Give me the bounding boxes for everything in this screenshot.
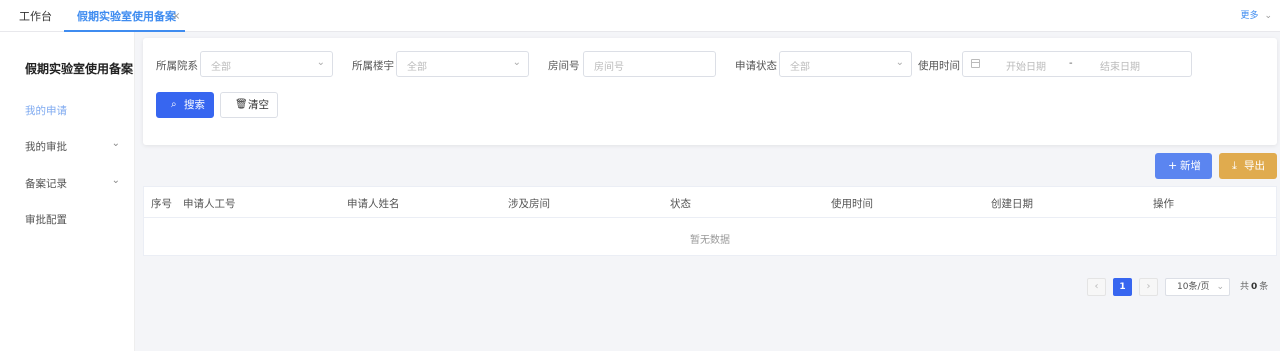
college-select[interactable]: 全部 ⌄ xyxy=(200,51,333,77)
sidebar-item-label: 审批配置 xyxy=(25,214,67,226)
sidebar-item-label: 我的申请 xyxy=(25,105,67,117)
page-size-select[interactable]: 10条/页 ⌄ xyxy=(1165,278,1230,296)
tab-holiday-lab-record[interactable]: 假期实验室使用备案 × xyxy=(64,0,185,32)
filter-panel: 所属院系 全部 ⌄ 所属楼宇 全部 ⌄ 房间号 房间号 申请状态 全部 ⌄ 使用… xyxy=(143,38,1277,145)
column-header: 序号 xyxy=(151,198,172,210)
more-label: 更多 xyxy=(1240,11,1259,21)
sidebar: 假期实验室使用备案 我的申请 我的审批 ⌄ 备案记录 ⌄ 审批配置 xyxy=(0,32,135,351)
building-select[interactable]: 全部 ⌄ xyxy=(396,51,529,77)
status-select[interactable]: 全部 ⌄ xyxy=(779,51,912,77)
top-tab-bar: 工作台 假期实验室使用备案 × 更多 ⌄ xyxy=(0,0,1280,32)
column-header: 状态 xyxy=(670,198,691,210)
column-header: 创建日期 xyxy=(991,198,1033,210)
add-button[interactable]: + 新增 xyxy=(1155,153,1212,179)
room-input[interactable]: 房间号 xyxy=(583,51,716,77)
column-header: 申请人工号 xyxy=(183,198,236,210)
chevron-down-icon: ⌄ xyxy=(1264,11,1272,21)
column-header: 涉及房间 xyxy=(508,198,550,210)
total-suffix: 条 xyxy=(1259,282,1269,292)
search-button[interactable]: ⌕ 搜索 xyxy=(156,92,214,118)
prev-page-button[interactable]: ‹ xyxy=(1087,278,1106,296)
sidebar-item-records[interactable]: 备案记录 ⌄ xyxy=(25,175,120,191)
search-icon: ⌕ xyxy=(171,99,177,110)
more-dropdown[interactable]: 更多 ⌄ xyxy=(1240,0,1272,32)
plus-icon: + xyxy=(1168,159,1178,172)
table-header: 序号 申请人工号 申请人姓名 涉及房间 状态 使用时间 创建日期 操作 xyxy=(144,187,1276,218)
calendar-icon xyxy=(971,59,980,68)
search-button-label: 搜索 xyxy=(184,99,205,111)
column-header: 操作 xyxy=(1153,198,1174,210)
next-page-button[interactable]: › xyxy=(1139,278,1158,296)
range-separator: - xyxy=(1069,58,1073,69)
records-table: 序号 申请人工号 申请人姓名 涉及房间 状态 使用时间 创建日期 操作 暂无数据 xyxy=(143,186,1277,256)
chevron-down-icon: ⌄ xyxy=(111,138,120,149)
status-label: 申请状态 xyxy=(735,60,777,72)
add-button-label: 新增 xyxy=(1180,160,1201,172)
college-label: 所属院系 xyxy=(156,60,198,72)
trash-icon: 🗑 xyxy=(235,99,248,110)
status-placeholder: 全部 xyxy=(790,62,810,73)
empty-state: 暂无数据 xyxy=(690,235,730,246)
close-icon[interactable]: × xyxy=(172,0,180,34)
sidebar-item-label: 我的审批 xyxy=(25,141,67,153)
building-label: 所属楼宇 xyxy=(352,60,394,72)
chevron-down-icon: ⌄ xyxy=(1216,282,1224,292)
sidebar-item-label: 备案记录 xyxy=(25,178,67,190)
export-button-label: 导出 xyxy=(1244,160,1265,172)
room-placeholder: 房间号 xyxy=(594,62,624,73)
college-placeholder: 全部 xyxy=(211,62,231,73)
start-date-input[interactable]: 开始日期 xyxy=(1006,58,1046,73)
column-header: 使用时间 xyxy=(831,198,873,210)
room-label: 房间号 xyxy=(548,60,580,72)
tab-label: 假期实验室使用备案 xyxy=(77,10,176,23)
total-number: 0 xyxy=(1251,282,1258,292)
sidebar-title: 假期实验室使用备案 xyxy=(25,62,134,76)
page-number-current[interactable]: 1 xyxy=(1113,278,1132,296)
export-button[interactable]: ⤓ 导出 xyxy=(1219,153,1277,179)
column-header: 申请人姓名 xyxy=(347,198,400,210)
time-label: 使用时间 xyxy=(918,60,960,72)
total-prefix: 共 xyxy=(1240,282,1250,292)
chevron-down-icon: ⌄ xyxy=(316,57,325,68)
sidebar-item-my-approvals[interactable]: 我的审批 ⌄ xyxy=(25,138,120,154)
date-range-picker[interactable]: 开始日期 - 结束日期 xyxy=(962,51,1192,77)
download-icon: ⤓ xyxy=(1232,159,1237,172)
clear-button[interactable]: 🗑 清空 xyxy=(220,92,278,118)
end-date-input[interactable]: 结束日期 xyxy=(1100,58,1140,73)
clear-button-label: 清空 xyxy=(248,99,269,111)
sidebar-item-my-applications[interactable]: 我的申请 xyxy=(25,103,120,118)
building-placeholder: 全部 xyxy=(407,62,427,73)
chevron-down-icon: ⌄ xyxy=(512,57,521,68)
page-size-value: 10条/页 xyxy=(1177,282,1210,292)
total-count: 共0条 xyxy=(1240,278,1268,296)
chevron-down-icon: ⌄ xyxy=(895,57,904,68)
tab-workbench[interactable]: 工作台 xyxy=(19,0,52,32)
sidebar-item-approval-config[interactable]: 审批配置 xyxy=(25,212,120,227)
chevron-down-icon: ⌄ xyxy=(111,175,120,186)
